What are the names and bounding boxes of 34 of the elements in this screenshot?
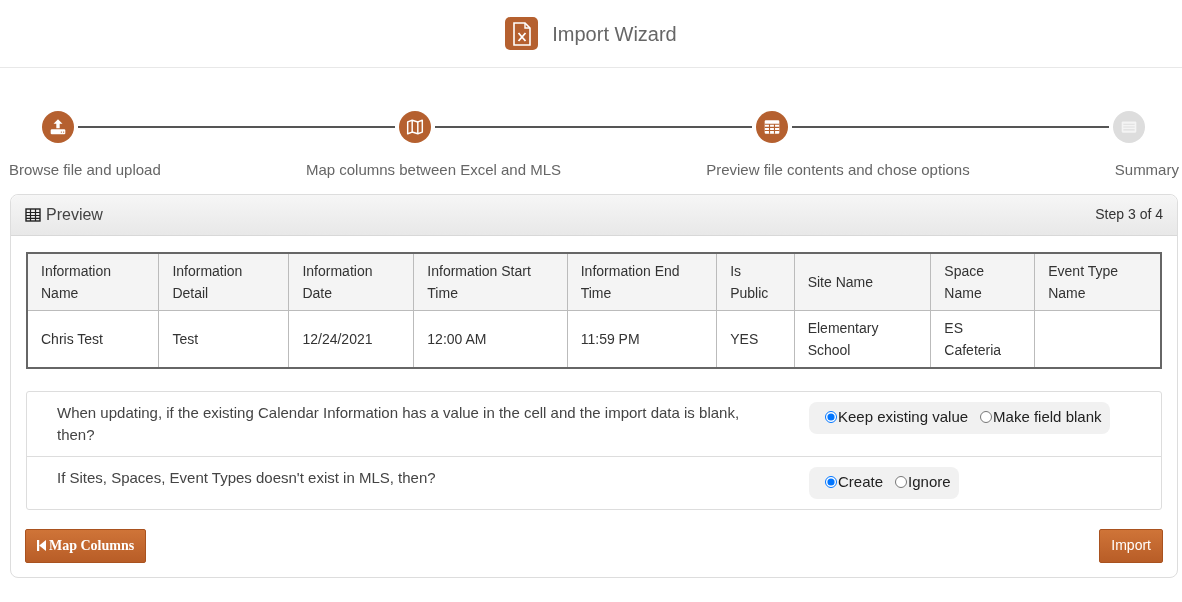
table-icon: [25, 206, 41, 223]
excel-file-logo: [505, 17, 539, 50]
step-label: Preview file contents and chose options: [706, 160, 970, 180]
panel-title: Preview: [46, 204, 103, 225]
column-header: Information End Time: [567, 252, 717, 310]
step-circle[interactable]: [42, 111, 74, 143]
column-header: Event Type Name: [1034, 252, 1161, 310]
step-counter: Step 3 of 4: [1095, 205, 1163, 224]
step-label: Map columns between Excel and MLS: [305, 160, 562, 180]
step-label: Browse file and upload: [9, 160, 161, 180]
step-label: Summary: [1114, 160, 1179, 180]
import-button[interactable]: Import: [1099, 528, 1163, 563]
step-circle[interactable]: [399, 111, 431, 143]
radio-label: Create: [838, 471, 884, 492]
column-header: Information Date: [288, 252, 414, 310]
option-question: When updating, if the existing Calendar Information has a value in the cell and the import data is blank, then?: [57, 402, 741, 445]
radio-label: Make field blank: [993, 406, 1102, 427]
step-circle[interactable]: [756, 111, 788, 143]
wizard-title: Import Wizard: [552, 21, 677, 47]
column-header: Site Name: [794, 252, 931, 310]
back-button[interactable]: Map Columns: [25, 528, 147, 563]
radio-button[interactable]: [825, 410, 837, 423]
radio-button[interactable]: [825, 475, 837, 488]
radio-button[interactable]: [895, 475, 908, 488]
column-header: Information Detail: [158, 252, 289, 310]
column-header: Information Name: [27, 252, 159, 310]
column-header: Is Public: [716, 252, 795, 310]
radio-button[interactable]: [980, 410, 993, 423]
skip-back-icon: [37, 540, 46, 551]
option-question: If Sites, Spaces, Event Types doesn't exist in MLS, then?: [57, 467, 437, 488]
column-header: Space Name: [930, 252, 1035, 310]
radio-label: Keep existing value: [838, 406, 969, 427]
radio-label: Ignore: [908, 471, 951, 492]
column-header: Information Start Time: [413, 252, 568, 310]
